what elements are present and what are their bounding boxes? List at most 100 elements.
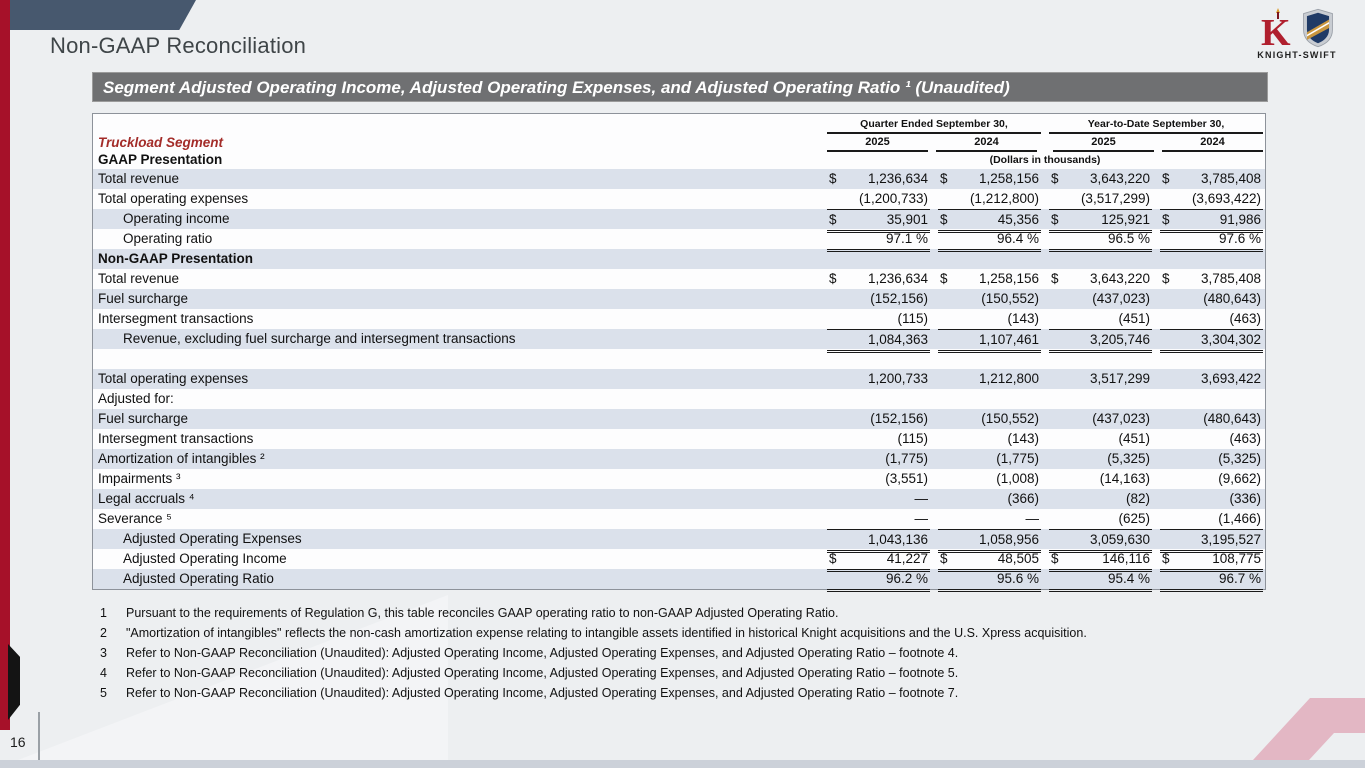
value-cell: (1,212,800) <box>938 189 1041 209</box>
table-row: Legal accruals ⁴ — (366) (82) (336) <box>93 489 1265 509</box>
logo-wordmark: KNIGHT-SWIFT <box>1243 50 1351 60</box>
table-row: Severance ⁵ — — (625) (1,466) <box>93 509 1265 529</box>
value: 96.4 % <box>997 229 1039 249</box>
value-cell: (463) <box>1160 429 1263 449</box>
value: 48,505 <box>998 549 1039 569</box>
value: (143) <box>1007 309 1039 329</box>
value-cell: (1,008) <box>938 469 1041 489</box>
value: 45,356 <box>998 210 1039 230</box>
value: (1,466) <box>1218 509 1261 529</box>
table-row: Total revenue $1,236,634 $1,258,156 $3,6… <box>93 169 1265 189</box>
value-cell: (437,023) <box>1049 409 1152 429</box>
row-label: Impairments ³ <box>93 469 827 489</box>
value-cell: $1,236,634 <box>827 169 930 189</box>
value: 3,693,422 <box>1201 369 1261 389</box>
value: 95.6 % <box>997 569 1039 589</box>
value: (5,325) <box>1218 449 1261 469</box>
dollar-sign: $ <box>940 169 948 189</box>
dollar-sign: $ <box>1162 269 1170 289</box>
value-cell <box>827 349 930 369</box>
row-label <box>93 349 827 369</box>
row-label: Adjusted Operating Income <box>93 549 827 569</box>
column-group-quarter: Quarter Ended September 30, <box>827 117 1041 134</box>
value-cell: $1,236,634 <box>827 269 930 289</box>
row-label: Amortization of intangibles ² <box>93 449 827 469</box>
value-cell: (152,156) <box>827 409 930 429</box>
value-cell: (480,643) <box>1160 409 1263 429</box>
value: 95.4 % <box>1108 569 1150 589</box>
value-cell <box>938 249 1041 269</box>
row-label: Legal accruals ⁴ <box>93 489 827 509</box>
value-cell: (3,551) <box>827 469 930 489</box>
row-label: Adjusted Operating Expenses <box>93 529 827 549</box>
table-row: Adjusted Operating Ratio 96.2 % 95.6 % 9… <box>93 569 1265 589</box>
value: (625) <box>1118 509 1150 529</box>
table-header: Truckload Segment GAAP Presentation Quar… <box>93 117 1265 169</box>
value: (451) <box>1118 309 1150 329</box>
value-cell: (115) <box>827 309 930 329</box>
swift-shield-icon <box>1301 8 1335 48</box>
value: 3,643,220 <box>1090 169 1150 189</box>
value-cell: $3,785,408 <box>1160 169 1263 189</box>
value-cell: (3,693,422) <box>1160 189 1263 209</box>
value: (463) <box>1229 309 1261 329</box>
value: (143) <box>1007 429 1039 449</box>
row-label: Total operating expenses <box>93 189 827 209</box>
dollar-sign: $ <box>1162 169 1170 189</box>
value: (115) <box>897 429 928 449</box>
row-label: Total revenue <box>93 169 827 189</box>
knight-swift-logo: K KNIGHT-SWIFT <box>1243 8 1351 60</box>
dollar-sign: $ <box>829 269 837 289</box>
value: 1,043,136 <box>868 530 928 550</box>
dollar-sign: $ <box>1051 169 1059 189</box>
value-cell: (3,517,299) <box>1049 189 1152 209</box>
value: 3,517,299 <box>1090 369 1150 389</box>
value: (82) <box>1126 489 1150 509</box>
value-cell: (9,662) <box>1160 469 1263 489</box>
table-row: Adjusted for: <box>93 389 1265 409</box>
value-cell: (336) <box>1160 489 1263 509</box>
row-label: Non-GAAP Presentation <box>93 249 827 269</box>
value: 1,236,634 <box>868 269 928 289</box>
value: (437,023) <box>1092 409 1150 429</box>
value-cell: (451) <box>1049 309 1152 329</box>
value-cell: (1,200,733) <box>827 189 930 209</box>
value: (366) <box>1007 489 1039 509</box>
row-label: Total operating expenses <box>93 369 827 389</box>
table-row: Intersegment transactions (115) (143) (4… <box>93 429 1265 449</box>
value-cell: 3,693,422 <box>1160 369 1263 389</box>
dollar-sign: $ <box>940 549 948 569</box>
section-banner: Segment Adjusted Operating Income, Adjus… <box>92 72 1268 102</box>
footnote: 4Refer to Non-GAAP Reconciliation (Unaud… <box>100 663 1220 683</box>
table-row: Operating income $35,901 $45,356 $125,92… <box>93 209 1265 229</box>
bottom-bar <box>0 760 1365 768</box>
value: (3,551) <box>885 469 928 489</box>
dollar-sign: $ <box>940 269 948 289</box>
value-cell: (82) <box>1049 489 1152 509</box>
table-row: Impairments ³ (3,551) (1,008) (14,163) (… <box>93 469 1265 489</box>
footnote: 5Refer to Non-GAAP Reconciliation (Unaud… <box>100 683 1220 703</box>
value-cell: (143) <box>938 309 1041 329</box>
value: 1,212,800 <box>979 369 1039 389</box>
value: 3,205,746 <box>1090 330 1150 350</box>
value-cell: — <box>827 509 930 529</box>
dollar-sign: $ <box>829 549 837 569</box>
value: 1,258,156 <box>979 169 1039 189</box>
dollar-sign: $ <box>1051 549 1059 569</box>
units-note: (Dollars in thousands) <box>827 152 1263 169</box>
row-label: Intersegment transactions <box>93 309 827 329</box>
value: 35,901 <box>887 210 928 230</box>
value-cell: $1,258,156 <box>938 269 1041 289</box>
value-cell: $3,785,408 <box>1160 269 1263 289</box>
value-cell: (5,325) <box>1049 449 1152 469</box>
value: (9,662) <box>1218 469 1261 489</box>
footnote-number: 3 <box>100 643 126 663</box>
value-cell: 96.2 % <box>827 569 930 592</box>
value: 1,200,733 <box>868 369 928 389</box>
table-row: Revenue, excluding fuel surcharge and in… <box>93 329 1265 349</box>
table-row: Adjusted Operating Expenses 1,043,136 1,… <box>93 529 1265 549</box>
table-row: Fuel surcharge (152,156) (150,552) (437,… <box>93 409 1265 429</box>
footnote-text: Refer to Non-GAAP Reconciliation (Unaudi… <box>126 683 958 703</box>
value: 96.2 % <box>886 569 928 589</box>
table-row: Total revenue $1,236,634 $1,258,156 $3,6… <box>93 269 1265 289</box>
